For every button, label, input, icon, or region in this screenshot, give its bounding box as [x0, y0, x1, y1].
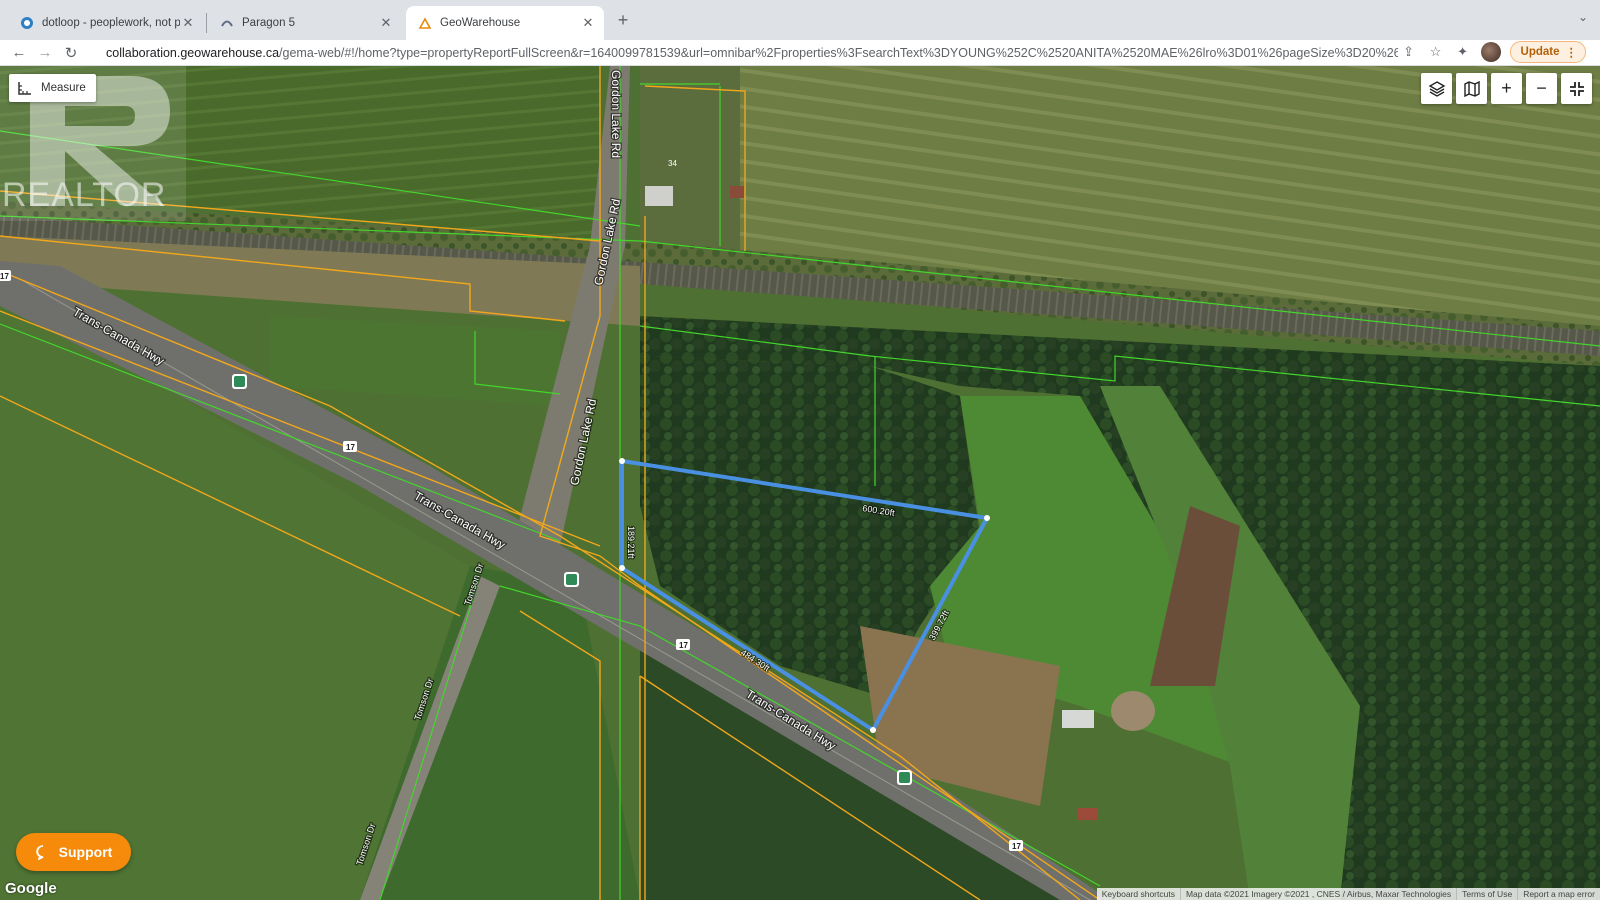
bookmark-star-icon[interactable]: ☆: [1427, 41, 1445, 63]
zoom-in-icon[interactable]: +: [1491, 73, 1522, 104]
tab-title: Paragon 5: [242, 17, 296, 29]
measurement-label-left: 189.21ft: [626, 526, 636, 559]
measure-label: Measure: [41, 82, 86, 94]
lot-number-label: 34: [668, 159, 677, 168]
map-icon[interactable]: [1456, 73, 1487, 104]
building: [1062, 710, 1094, 728]
url-path: /gema-web/#!/home?type=propertyReportFul…: [279, 46, 1398, 60]
measurement-vertex[interactable]: [619, 565, 625, 571]
farmstead-north: [640, 66, 740, 256]
address-bar[interactable]: collaboration.geowarehouse.ca/gema-web/#…: [98, 43, 1398, 63]
map-attribution: Keyboard shortcuts Map data ©2021 Imager…: [1096, 888, 1600, 900]
building: [1078, 808, 1098, 820]
report-map-error-link[interactable]: Report a map error: [1517, 888, 1600, 900]
building: [645, 186, 673, 206]
tab-search-icon[interactable]: ⌄: [1578, 10, 1588, 24]
google-logo: Google: [5, 880, 57, 897]
update-label: Update: [1520, 46, 1560, 58]
extensions-icon[interactable]: ✦: [1454, 41, 1472, 63]
close-icon[interactable]: ✕: [378, 15, 394, 31]
tab-dotloop[interactable]: dotloop - peoplework, not pap ✕: [8, 6, 204, 40]
keyboard-shortcuts-link[interactable]: Keyboard shortcuts: [1097, 888, 1180, 900]
map-data-attribution: Map data ©2021 Imagery ©2021 , CNES / Ai…: [1179, 888, 1456, 900]
update-button[interactable]: Update ⋮: [1509, 41, 1586, 63]
share-icon[interactable]: ⇪: [1400, 41, 1418, 63]
chat-bubble-icon: [35, 845, 44, 860]
dotloop-icon: [21, 17, 33, 29]
satellite-map[interactable]: 600.20ft 399.72ft 484.30ft 189.21ft Gord…: [0, 66, 1600, 900]
fullscreen-exit-icon[interactable]: [1561, 73, 1592, 104]
svg-text:17: 17: [346, 443, 355, 452]
browser-toolbar: ← → ↻ collaboration.geowarehouse.ca/gema…: [0, 40, 1600, 66]
paragon-icon: [221, 20, 233, 27]
measure-button[interactable]: Measure: [9, 74, 96, 102]
paddock: [1111, 691, 1155, 731]
terms-of-use-link[interactable]: Terms of Use: [1456, 888, 1517, 900]
browser-tabstrip: dotloop - peoplework, not pap ✕ Paragon …: [0, 0, 1600, 40]
road-label-gordon-lake: Gordon Lake Rd: [609, 70, 623, 158]
support-button[interactable]: Support: [16, 833, 131, 871]
svg-text:17: 17: [0, 272, 9, 281]
measurement-vertex[interactable]: [870, 727, 876, 733]
new-tab-button[interactable]: +: [613, 10, 633, 30]
close-icon[interactable]: ✕: [580, 15, 596, 31]
avatar[interactable]: [1480, 42, 1501, 62]
highway-shield: 17: [0, 270, 11, 281]
forward-icon[interactable]: →: [32, 40, 58, 66]
url-host: collaboration.geowarehouse.ca: [106, 46, 280, 60]
back-icon[interactable]: ←: [6, 40, 32, 66]
highway-shield: 17: [676, 639, 690, 650]
tab-geowarehouse[interactable]: GeoWarehouse ✕: [406, 6, 604, 40]
support-label: Support: [58, 844, 113, 860]
ruler-icon: [18, 82, 31, 95]
more-menu-icon: ⋮: [1565, 47, 1578, 59]
map-viewport[interactable]: 600.20ft 399.72ft 484.30ft 189.21ft Gord…: [0, 66, 1600, 900]
map-controls: + −: [1421, 73, 1592, 104]
building: [730, 186, 744, 198]
reload-icon[interactable]: ↻: [58, 40, 84, 66]
trans-canada-marker-icon: [564, 572, 579, 587]
tab-title: dotloop - peoplework, not pap: [42, 17, 180, 29]
geowarehouse-icon: [418, 17, 432, 29]
tab-title: GeoWarehouse: [440, 17, 521, 29]
tab-separator: [206, 13, 207, 33]
layers-icon[interactable]: [1421, 73, 1452, 104]
trans-canada-marker-icon: [232, 374, 247, 389]
measurement-vertex[interactable]: [984, 515, 990, 521]
measurement-vertex[interactable]: [619, 458, 625, 464]
svg-text:17: 17: [1012, 842, 1021, 851]
close-icon[interactable]: ✕: [180, 15, 196, 31]
tab-paragon[interactable]: Paragon 5 ✕: [208, 6, 402, 40]
trans-canada-marker-icon: [897, 770, 912, 785]
highway-shield: 17: [343, 441, 357, 452]
toolbar-icons: ⇪ ☆ ✦ Update ⋮: [1400, 41, 1586, 63]
highway-shield: 17: [1009, 840, 1023, 851]
zoom-out-icon[interactable]: −: [1526, 73, 1557, 104]
svg-text:17: 17: [679, 641, 688, 650]
